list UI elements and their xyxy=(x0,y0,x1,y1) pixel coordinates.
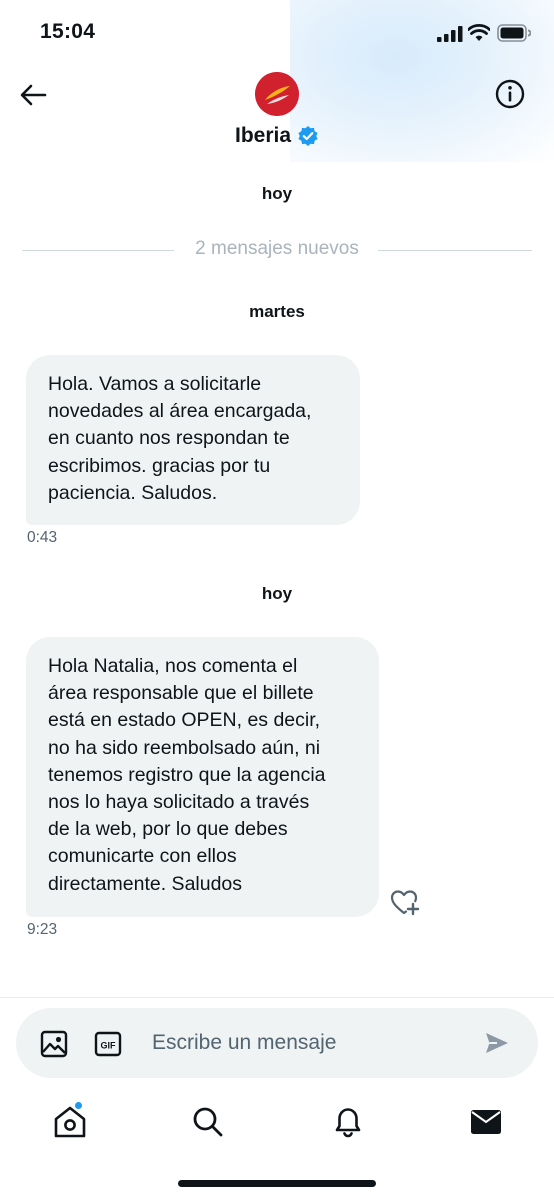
avatar[interactable] xyxy=(255,72,299,116)
gif-icon[interactable]: GIF xyxy=(94,1030,122,1058)
image-icon[interactable] xyxy=(40,1030,68,1058)
mail-icon xyxy=(471,1110,501,1134)
composer-separator xyxy=(0,997,554,998)
send-icon[interactable] xyxy=(484,1031,510,1055)
battery-icon xyxy=(497,24,531,42)
tab-home[interactable] xyxy=(50,1101,90,1142)
conversation-header: Iberia xyxy=(0,64,554,162)
message-timestamp: 0:43 xyxy=(27,529,58,546)
heart-add-reaction-icon[interactable] xyxy=(390,888,420,916)
message-bubble-received[interactable]: Hola Natalia, nos comenta el área respon… xyxy=(26,637,379,917)
new-messages-divider: 2 mensajes nuevos xyxy=(22,238,532,262)
bottom-tab-bar xyxy=(0,1090,554,1160)
date-separator-today: hoy xyxy=(261,584,293,603)
verified-badge-icon xyxy=(298,126,318,146)
info-icon[interactable] xyxy=(494,78,526,110)
contact-name: Iberia xyxy=(234,124,292,147)
wifi-icon xyxy=(468,24,490,41)
contact-name-row: Iberia xyxy=(0,124,554,148)
back-arrow-icon[interactable] xyxy=(18,80,48,110)
message-bubble-received[interactable]: Hola. Vamos a solicitarle novedades al á… xyxy=(26,355,360,525)
message-composer: GIF xyxy=(16,1008,538,1078)
message-input[interactable] xyxy=(152,1025,472,1061)
home-indicator xyxy=(178,1180,376,1187)
gif-label: GIF xyxy=(101,1040,117,1050)
status-bar: 15:04 xyxy=(0,0,554,64)
tab-notifications[interactable] xyxy=(328,1102,368,1142)
iberia-logo-icon xyxy=(255,72,299,116)
date-separator-today-top: hoy xyxy=(261,184,293,203)
tab-search[interactable] xyxy=(188,1102,228,1142)
search-icon xyxy=(193,1107,223,1137)
cellular-signal-icon xyxy=(437,26,463,42)
bell-icon xyxy=(335,1108,361,1138)
home-icon xyxy=(54,1106,86,1138)
new-messages-label: 2 mensajes nuevos xyxy=(195,238,359,259)
tab-messages[interactable] xyxy=(466,1102,506,1142)
status-time: 15:04 xyxy=(40,20,96,43)
notification-dot xyxy=(74,1101,83,1110)
date-separator-tuesday: martes xyxy=(249,302,305,321)
divider-line-right xyxy=(378,250,532,251)
message-timestamp: 9:23 xyxy=(27,921,58,938)
